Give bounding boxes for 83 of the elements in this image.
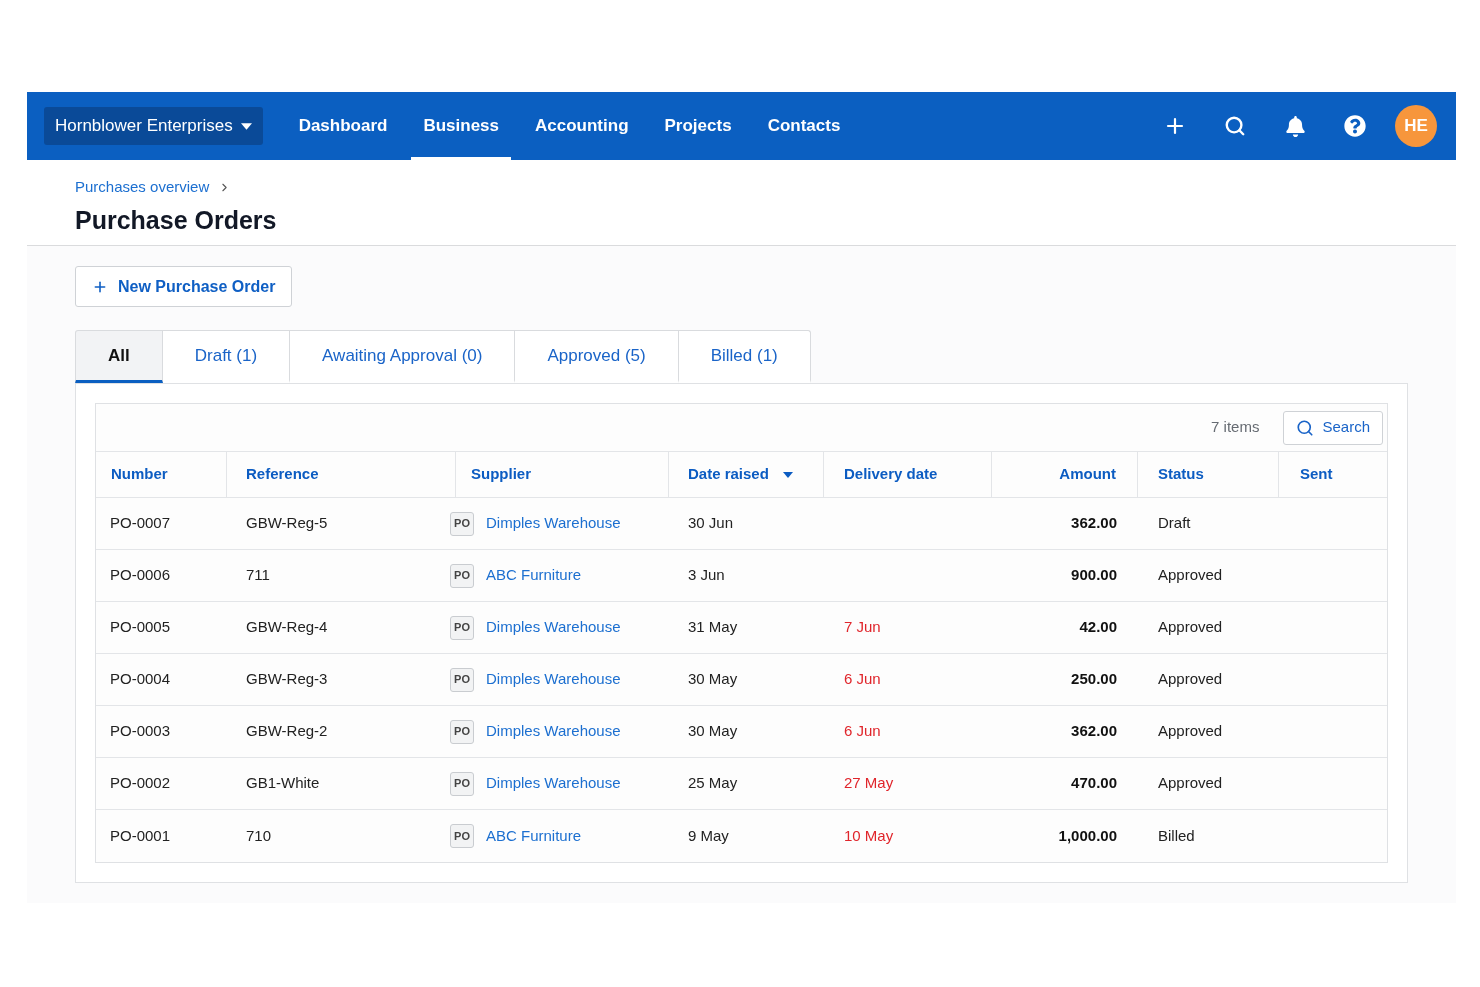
table-cell: GB1-White	[246, 774, 320, 792]
new-purchase-order-button[interactable]: New Purchase Order	[75, 266, 293, 307]
type-tag: PO	[450, 667, 474, 692]
filter-tab[interactable]: Draft (1)	[162, 330, 291, 383]
sort-caret-icon	[782, 471, 793, 478]
table-cell-text: 362.00	[1071, 721, 1117, 742]
column-header[interactable]: Number	[96, 452, 227, 497]
table-cell: 30 May	[688, 722, 738, 740]
table-cell: 6 Jun	[844, 722, 881, 740]
table-cell: 711	[246, 566, 270, 584]
table-cell: PO-0002	[110, 774, 171, 792]
table-cell-text: 1,000.00	[1058, 825, 1117, 846]
type-tag: PO	[450, 824, 474, 848]
table-cell: 3 Jun	[688, 566, 725, 584]
table-cell: 10 May	[844, 826, 894, 844]
table-cell-text: 42.00	[1079, 617, 1117, 638]
column-header[interactable]: Supplier	[456, 452, 669, 497]
search-icon	[1296, 418, 1315, 437]
table-cell: Approved	[1158, 618, 1223, 636]
table-cell: Approved	[1158, 722, 1223, 740]
column-header[interactable]: Date raised	[669, 452, 824, 497]
table-cell: PO-0006	[110, 566, 171, 584]
table-cell-text: 900.00	[1071, 565, 1117, 586]
table-cell: Approved	[1158, 566, 1223, 584]
nav-tab[interactable]: Dashboard	[286, 92, 400, 160]
table-cell-text: 470.00	[1071, 773, 1117, 794]
bell-icon	[1285, 115, 1305, 137]
table-cell: Draft	[1158, 514, 1191, 532]
help-icon	[1344, 115, 1366, 137]
table-cell: 7 Jun	[844, 618, 881, 636]
table-cell: PO-0007	[110, 514, 171, 532]
table-cell: PO-0001	[110, 826, 171, 844]
supplier-link[interactable]: Dimples Warehouse	[486, 720, 621, 743]
table-cell: 9 May	[688, 826, 729, 844]
filter-tab[interactable]: Approved (5)	[515, 330, 679, 383]
page-title: Purchase Orders	[75, 205, 278, 235]
supplier-link[interactable]: Dimples Warehouse	[486, 616, 621, 639]
supplier-link[interactable]: ABC Furniture	[486, 824, 582, 848]
table-search-button[interactable]: Search	[1283, 410, 1383, 445]
supplier-link[interactable]: Dimples Warehouse	[486, 668, 621, 691]
table-cell: 25 May	[688, 774, 738, 792]
column-header[interactable]: Delivery date	[824, 452, 992, 497]
type-tag: PO	[450, 511, 474, 536]
type-tag: PO	[450, 771, 474, 796]
table-cell: GBW-Reg-5	[246, 514, 328, 532]
column-header[interactable]: Sent	[1279, 452, 1390, 497]
column-header[interactable]: Reference	[227, 452, 456, 497]
supplier-link[interactable]: Dimples Warehouse	[486, 512, 621, 535]
caret-icon	[240, 122, 252, 130]
table-cell: 6 Jun	[844, 670, 881, 688]
table-cell: GBW-Reg-4	[246, 618, 328, 636]
supplier-link[interactable]: ABC Furniture	[486, 564, 582, 587]
search-icon	[1224, 115, 1246, 137]
nav-tab[interactable]: Projects	[652, 92, 744, 160]
type-tag: PO	[450, 563, 474, 588]
column-header[interactable]: Amount	[992, 452, 1138, 497]
table-cell: GBW-Reg-3	[246, 670, 328, 688]
type-tag: PO	[450, 719, 474, 744]
column-header[interactable]: Status	[1138, 452, 1279, 497]
filter-tab[interactable]: Billed (1)	[678, 330, 811, 383]
table-cell-text: 250.00	[1071, 669, 1117, 690]
table-cell: PO-0003	[110, 722, 171, 740]
filter-tab[interactable]: Awaiting Approval (0)	[290, 330, 516, 383]
filter-tab[interactable]: All	[75, 330, 163, 383]
breadcrumb-link[interactable]: Purchases overview	[75, 178, 210, 196]
table-cell: GBW-Reg-2	[246, 722, 328, 740]
nav-tab[interactable]: Contacts	[755, 92, 853, 160]
table-cell: Billed	[1158, 826, 1195, 844]
table-cell: Approved	[1158, 670, 1223, 688]
table-cell: PO-0004	[110, 670, 171, 688]
supplier-link[interactable]: Dimples Warehouse	[486, 772, 621, 795]
nav-tab[interactable]: Accounting	[523, 92, 641, 160]
table-cell: PO-0005	[110, 618, 171, 636]
type-tag: PO	[450, 615, 474, 640]
table-cell-text: 362.00	[1071, 513, 1117, 534]
organisation-switcher[interactable]: Hornblower Enterprises	[44, 107, 263, 145]
table-cell: 710	[246, 826, 272, 844]
table-cell: 31 May	[688, 618, 738, 636]
table-cell: 30 May	[688, 670, 738, 688]
item-count: 7 items	[1211, 417, 1260, 438]
table-cell: Approved	[1158, 774, 1223, 792]
table-cell: 30 Jun	[688, 514, 734, 532]
table-cell: 27 May	[844, 774, 894, 792]
